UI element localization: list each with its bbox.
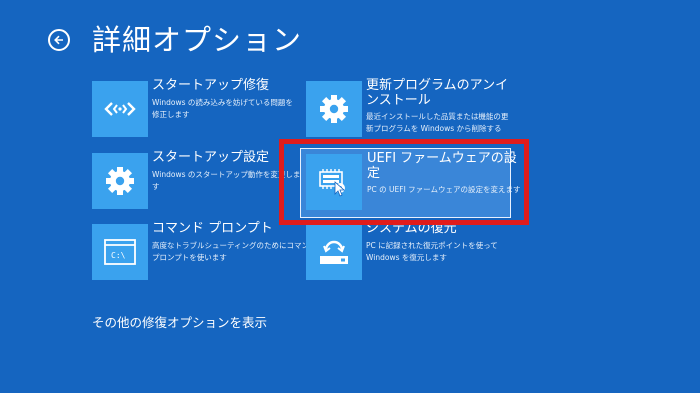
option-description-line: 最近インストールした品質または機能の更	[366, 112, 509, 121]
page-title: 詳細オプション	[92, 23, 303, 57]
startup-repair-tile	[92, 81, 148, 137]
option-description-line: 修正します	[152, 109, 190, 119]
uninstall-updates-option[interactable]: 更新プログラムのアンイ ンストール 最近インストールした品質または機能の更 新プ…	[306, 78, 511, 141]
code-brackets-icon	[104, 102, 136, 116]
more-repair-options-link[interactable]: その他の修復オプションを表示	[92, 315, 267, 331]
option-description-line: Windows の読み込みを妨げている問題を	[152, 98, 293, 107]
option-title: 定	[367, 166, 381, 181]
startup-repair-option[interactable]: スタートアップ修復 Windows の読み込みを妨げている問題を 修正します	[92, 78, 297, 141]
option-description-line: Windows のスタートアップ動作を変更しま	[152, 170, 301, 179]
startup-settings-tile	[92, 153, 148, 209]
command-prompt-option[interactable]: C:\ コマンド プロンプト 高度なトラブルシューティングのためにコマンド プロ…	[92, 221, 317, 284]
option-title: システムの復元	[366, 221, 457, 236]
startup-settings-option[interactable]: スタートアップ設定 Windows のスタートアップ動作を変更しま す	[92, 150, 301, 213]
option-title: コマンド プロンプト	[152, 221, 273, 236]
option-title: UEFI ファームウェアの設	[367, 151, 517, 166]
command-prompt-tile: C:\	[92, 224, 148, 280]
option-description-line: 新プログラムを Windows から削除する	[366, 123, 502, 133]
system-restore-tile	[306, 224, 362, 280]
option-description-line: プロンプトを使います	[152, 252, 227, 262]
option-description-line: PC に記録された復元ポイントを使って	[366, 241, 498, 250]
firmware-chip-icon	[319, 169, 346, 197]
option-description-line: PC の UEFI ファームウェアの設定を変えます	[367, 185, 521, 194]
back-button[interactable]	[48, 29, 70, 51]
gear-icon	[320, 95, 348, 123]
option-description-line: Windows を復元します	[366, 252, 447, 262]
option-title: スタートアップ修復	[152, 78, 270, 93]
uefi-firmware-tile	[306, 154, 362, 210]
option-description-line: 高度なトラブルシューティングのためにコマンド	[152, 241, 317, 250]
gear-icon	[106, 167, 134, 195]
option-title: スタートアップ設定	[152, 150, 270, 165]
option-title: 更新プログラムのアンイ	[366, 78, 509, 93]
console-window-icon: C:\	[104, 239, 136, 265]
uefi-firmware-settings-option[interactable]: UEFI ファームウェアの設 定 PC の UEFI ファームウェアの設定を変え…	[300, 148, 520, 218]
back-arrow-icon	[54, 35, 63, 45]
console-text: C:\	[111, 251, 126, 260]
system-restore-option[interactable]: システムの復元 PC に記録された復元ポイントを使って Windows を復元し…	[306, 221, 511, 284]
option-title: ンストール	[366, 93, 431, 108]
uninstall-updates-tile	[306, 81, 362, 137]
option-description-line: す	[152, 181, 160, 191]
restore-icon	[320, 240, 348, 264]
